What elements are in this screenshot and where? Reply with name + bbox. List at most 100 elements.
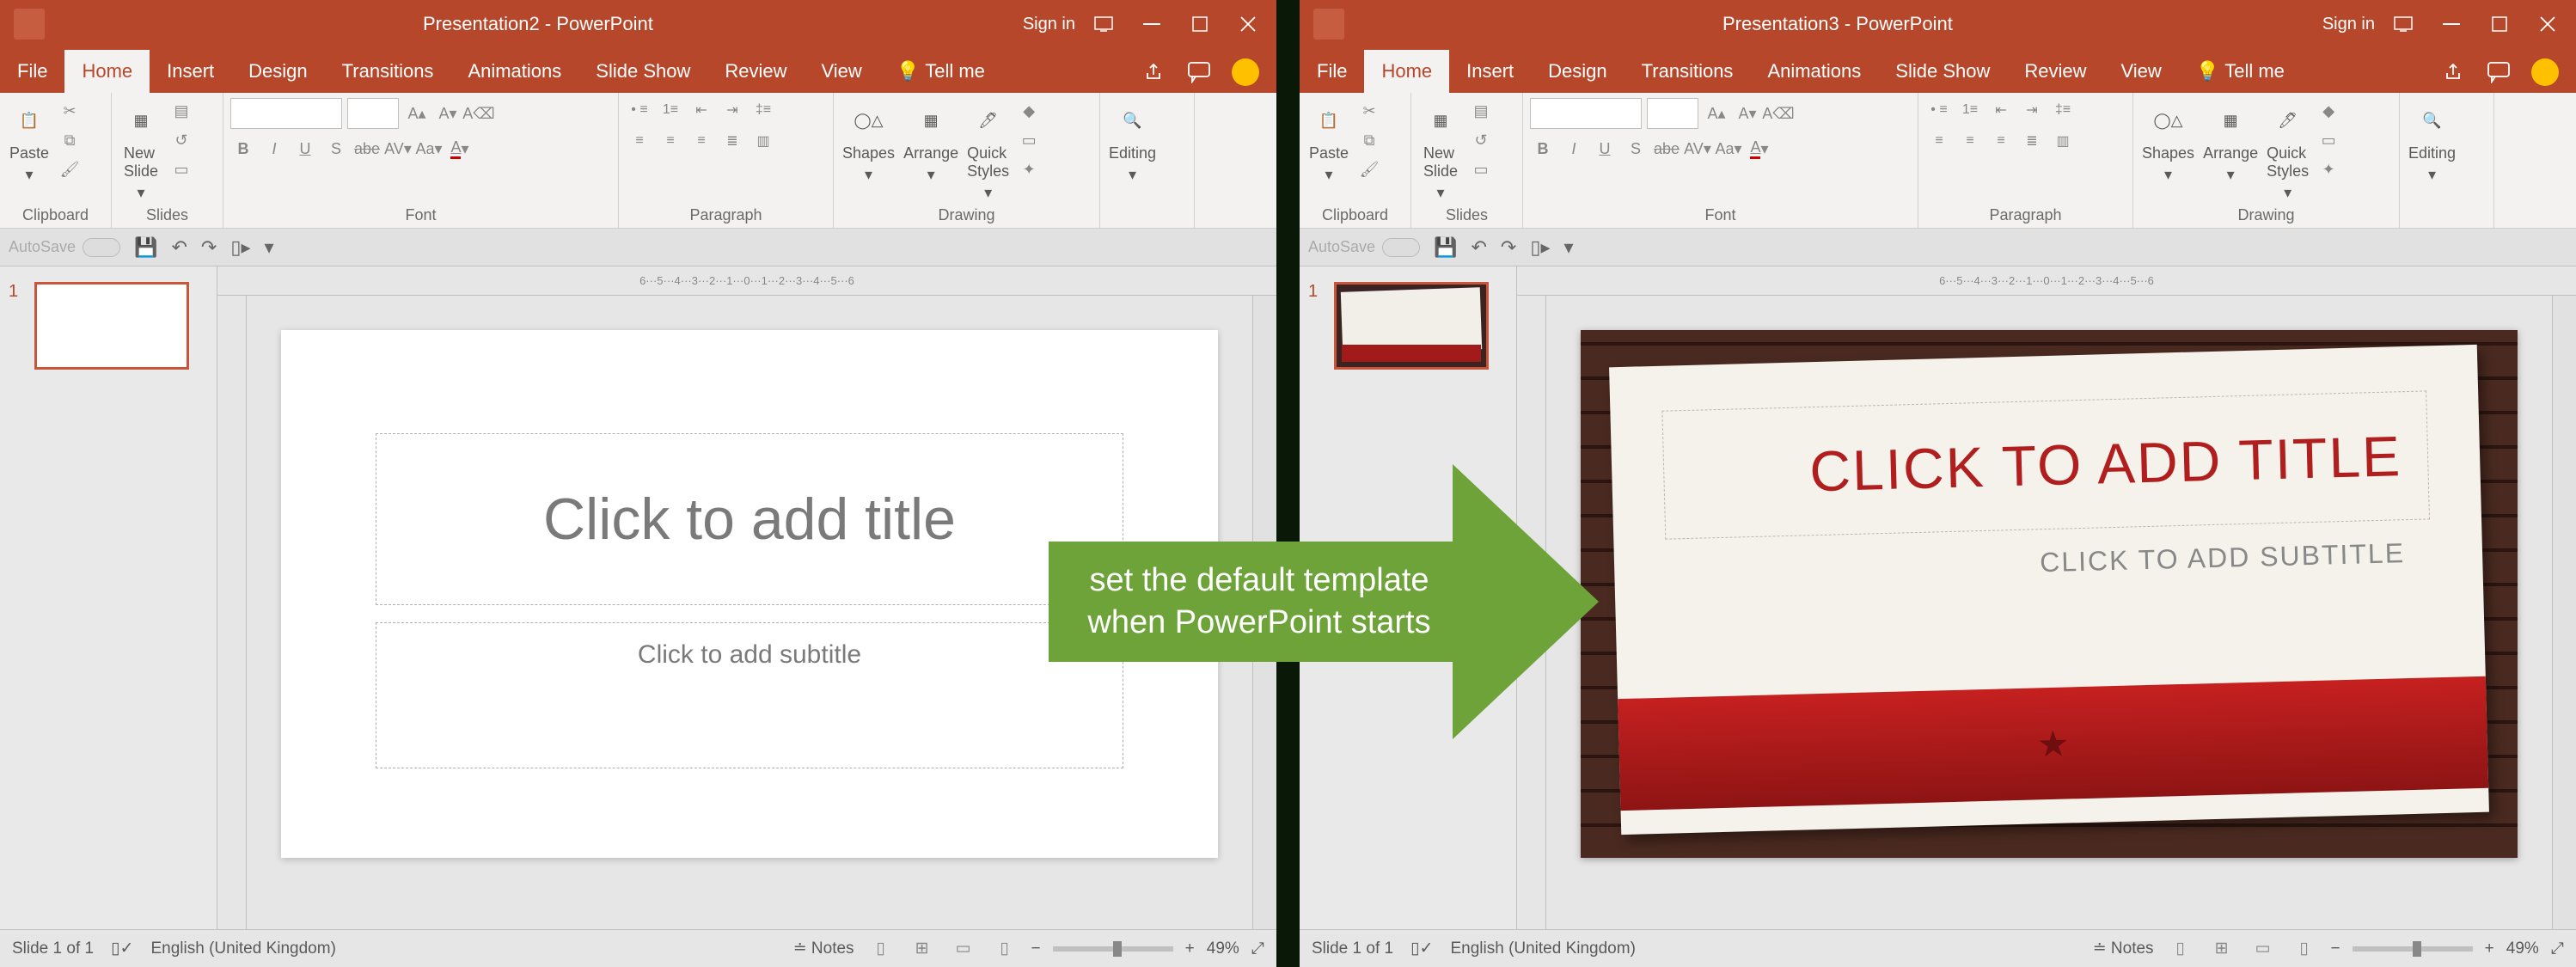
strike-button[interactable]: abe [1654,136,1680,162]
zoom-level[interactable]: 49% [1207,939,1239,958]
fit-to-window-icon[interactable]: ⤢ [2551,939,2564,958]
minimize-icon[interactable] [1141,13,1163,35]
shrink-font-icon[interactable]: A▾ [1735,101,1760,126]
clear-format-icon[interactable]: A⌫ [466,101,492,126]
editing-button[interactable]: 🔍Editing▾ [1107,98,1158,186]
bold-button[interactable]: B [1530,136,1556,162]
shape-outline-icon[interactable]: ▭ [1016,127,1042,153]
sign-in-link[interactable]: Sign in [1023,15,1075,34]
save-icon[interactable]: 💾 [134,236,157,259]
slide-canvas[interactable]: CLICK TO ADD TITLE CLICK TO ADD SUBTITLE… [1546,296,2552,929]
grow-font-icon[interactable]: A▴ [404,101,430,126]
section-icon[interactable]: ▭ [168,156,194,182]
arrange-button[interactable]: ▦Arrange▾ [2201,98,2260,186]
italic-button[interactable]: I [261,136,287,162]
italic-button[interactable]: I [1561,136,1587,162]
tab-design[interactable]: Design [1531,50,1624,93]
sorter-view-icon[interactable]: ⊞ [2207,937,2236,961]
shapes-button[interactable]: ◯△Shapes▾ [2140,98,2196,186]
align-left-icon[interactable]: ≡ [1925,129,1953,153]
font-family-select[interactable] [230,98,342,129]
tab-tellme[interactable]: 💡 Tell me [879,50,1002,93]
tab-review[interactable]: Review [707,50,804,93]
tab-animations[interactable]: Animations [450,50,578,93]
copy-icon[interactable]: ⧉ [1356,127,1382,153]
thumb-preview[interactable] [1334,282,1489,370]
numbering-icon[interactable]: 1≡ [657,98,684,122]
cut-icon[interactable]: ✂ [1356,98,1382,124]
quick-styles-button[interactable]: 🖊Quick Styles▾ [2265,98,2310,204]
indent-dec-icon[interactable]: ⇤ [688,98,715,122]
bold-button[interactable]: B [230,136,256,162]
sign-in-link[interactable]: Sign in [2322,15,2375,34]
tab-insert[interactable]: Insert [1449,50,1531,93]
tab-transitions[interactable]: Transitions [1625,50,1751,93]
format-painter-icon[interactable]: 🖌 [57,156,83,182]
tab-insert[interactable]: Insert [150,50,231,93]
tab-slideshow[interactable]: Slide Show [578,50,707,93]
thumb-preview[interactable] [34,282,189,370]
zoom-in-icon[interactable]: + [1185,939,1195,958]
copy-icon[interactable]: ⧉ [57,127,83,153]
quick-styles-button[interactable]: 🖊Quick Styles▾ [965,98,1011,204]
change-case-icon[interactable]: Aa▾ [416,136,442,162]
undo-icon[interactable]: ↶ [1471,236,1486,259]
notes-button[interactable]: ≐ Notes [2093,939,2154,958]
redo-icon[interactable]: ↷ [1501,236,1516,259]
change-case-icon[interactable]: Aa▾ [1716,136,1741,162]
char-spacing-icon[interactable]: AV▾ [385,136,411,162]
vertical-scrollbar[interactable] [2552,296,2576,929]
section-icon[interactable]: ▭ [1468,156,1494,182]
subtitle-placeholder[interactable]: Click to add subtitle [376,622,1123,768]
save-icon[interactable]: 💾 [1434,236,1457,259]
slide-thumbnail[interactable]: 1 [1308,282,1508,370]
layout-icon[interactable]: ▤ [1468,98,1494,124]
thumbnail-pane[interactable]: 1 [0,266,217,929]
slide-thumbnail[interactable]: 1 [9,282,208,370]
clear-format-icon[interactable]: A⌫ [1765,101,1791,126]
normal-view-icon[interactable]: ▯ [866,937,896,961]
new-slide-button[interactable]: ▦ New Slide▾ [119,98,163,204]
autosave-toggle[interactable]: AutoSave [1308,238,1420,257]
align-right-icon[interactable]: ≡ [1987,129,2015,153]
tab-review[interactable]: Review [2007,50,2103,93]
subtitle-placeholder[interactable]: CLICK TO ADD SUBTITLE [1666,526,2432,597]
redo-icon[interactable]: ↷ [201,236,217,259]
title-placeholder[interactable]: Click to add title [376,433,1123,605]
zoom-out-icon[interactable]: − [1031,939,1041,958]
language-indicator[interactable]: English (United Kingdom) [150,939,335,958]
close-icon[interactable] [1237,13,1259,35]
line-spacing-icon[interactable]: ‡≡ [750,98,777,122]
tab-view[interactable]: View [2104,50,2179,93]
bullets-icon[interactable]: • ≡ [626,98,653,122]
zoom-in-icon[interactable]: + [2485,939,2494,958]
underline-button[interactable]: U [292,136,318,162]
reset-icon[interactable]: ↺ [1468,127,1494,153]
normal-view-icon[interactable]: ▯ [2166,937,2195,961]
spell-check-icon[interactable]: ▯✓ [111,939,133,958]
paste-button[interactable]: 📋Paste▾ [1306,98,1351,186]
ribbon-display-icon[interactable] [1092,13,1115,35]
font-color-icon[interactable]: A▾ [447,136,473,162]
shape-effects-icon[interactable]: ✦ [1016,156,1042,182]
tab-file[interactable]: File [1300,50,1364,93]
minimize-icon[interactable] [2440,13,2463,35]
font-color-icon[interactable]: A▾ [1747,136,1772,162]
line-spacing-icon[interactable]: ‡≡ [2049,98,2077,122]
justify-icon[interactable]: ≣ [2018,129,2046,153]
paste-button[interactable]: 📋 Paste▾ [7,98,52,186]
justify-icon[interactable]: ≣ [719,129,746,153]
notes-button[interactable]: ≐ Notes [793,939,854,958]
shape-fill-icon[interactable]: ◆ [1016,98,1042,124]
layout-icon[interactable]: ▤ [168,98,194,124]
slide-indicator[interactable]: Slide 1 of 1 [12,939,94,958]
smiley-icon[interactable] [1232,58,1259,86]
tab-home[interactable]: Home [1364,50,1449,93]
arrange-button[interactable]: ▦Arrange▾ [902,98,960,186]
font-size-select[interactable] [347,98,399,129]
title-placeholder[interactable]: CLICK TO ADD TITLE [1661,390,2430,539]
slideshow-view-icon[interactable]: ▯ [990,937,1019,961]
tab-transitions[interactable]: Transitions [325,50,451,93]
comments-icon[interactable] [2487,61,2511,83]
tab-animations[interactable]: Animations [1750,50,1878,93]
